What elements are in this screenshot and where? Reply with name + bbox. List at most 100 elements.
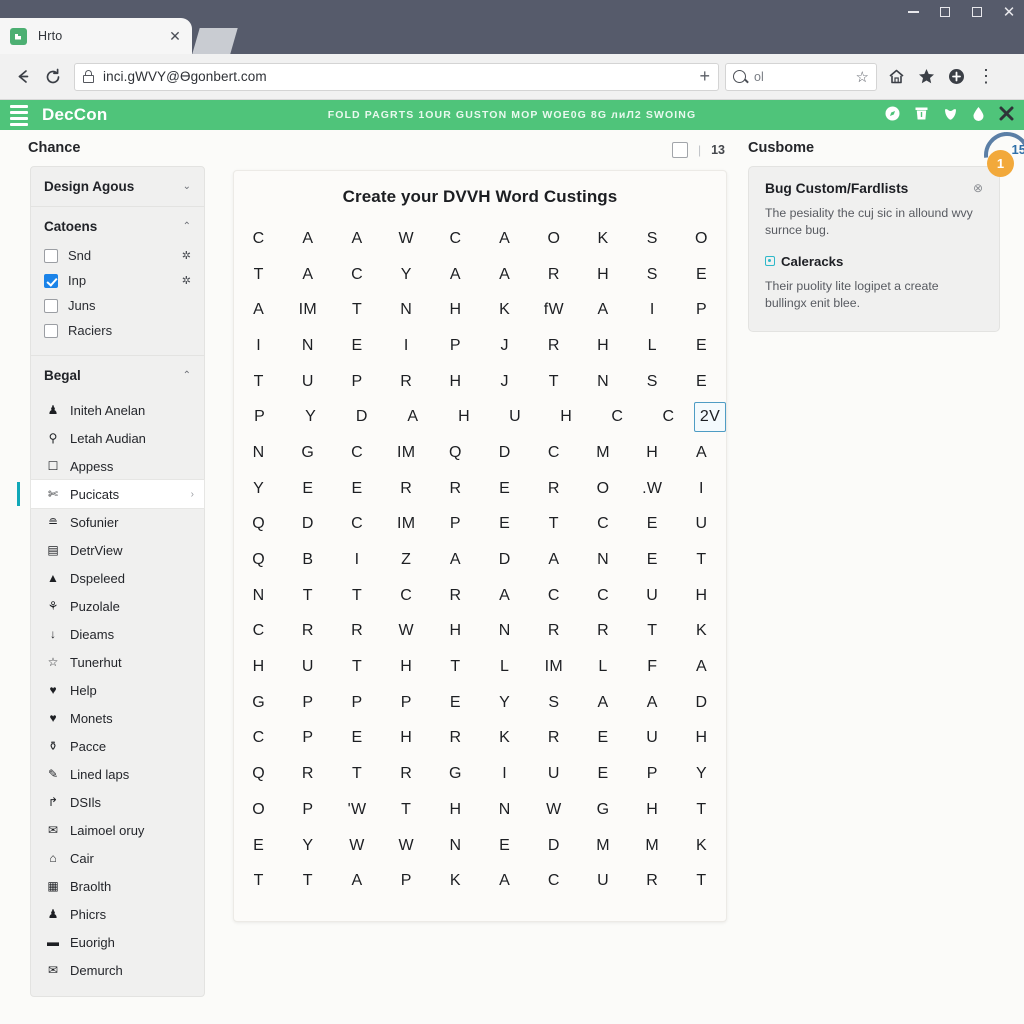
drop-icon[interactable] bbox=[972, 106, 985, 124]
grid-cell[interactable]: R bbox=[382, 471, 431, 507]
grid-cell[interactable]: P bbox=[382, 863, 431, 899]
checkbox-juns[interactable] bbox=[44, 298, 58, 313]
grid-cell[interactable]: M bbox=[578, 435, 627, 471]
grid-cell[interactable]: E bbox=[480, 507, 529, 543]
checkbox-snd[interactable] bbox=[44, 248, 58, 263]
grid-cell[interactable]: S bbox=[628, 257, 677, 293]
grid-cell[interactable]: M bbox=[628, 828, 677, 864]
back-button[interactable] bbox=[8, 62, 38, 92]
grid-cell[interactable]: IM bbox=[283, 292, 332, 328]
grid-cell[interactable]: W bbox=[382, 614, 431, 650]
grid-cell[interactable]: T bbox=[431, 649, 480, 685]
grid-cell[interactable]: A bbox=[332, 221, 381, 257]
sidebar-item-phicrs[interactable]: ♟ Phicrs bbox=[31, 900, 204, 928]
grid-cell[interactable]: T bbox=[382, 792, 431, 828]
sidebar-group-header-begal[interactable]: Begal ⌃ bbox=[44, 368, 191, 383]
sidebar-item-detrview[interactable]: ▤ DetrView bbox=[31, 536, 204, 564]
checkbox-row-inp[interactable]: Inp ✲ bbox=[44, 268, 191, 293]
grid-cell[interactable]: E bbox=[677, 328, 726, 364]
grid-cell[interactable]: IM bbox=[382, 507, 431, 543]
grid-cell[interactable]: T bbox=[332, 756, 381, 792]
grid-cell[interactable]: E bbox=[628, 542, 677, 578]
grid-cell[interactable]: L bbox=[578, 649, 627, 685]
grid-cell[interactable]: U bbox=[283, 364, 332, 400]
browser-menu-button[interactable]: ⋮ bbox=[971, 62, 1001, 92]
grid-cell[interactable]: H bbox=[431, 792, 480, 828]
grid-cell[interactable]: H bbox=[628, 792, 677, 828]
grid-cell[interactable]: U bbox=[578, 863, 627, 899]
compass-icon[interactable] bbox=[885, 106, 900, 124]
tab-close-icon[interactable]: ✕ bbox=[168, 28, 182, 45]
grid-cell[interactable]: C bbox=[592, 399, 643, 435]
sidebar-item-braolth[interactable]: ▦ Braolth bbox=[31, 872, 204, 900]
grid-cell[interactable]: E bbox=[677, 257, 726, 293]
grid-cell[interactable]: D bbox=[283, 507, 332, 543]
grid-cell[interactable]: O bbox=[529, 221, 578, 257]
grid-cell[interactable]: P bbox=[234, 399, 285, 435]
address-bar[interactable]: inci.gWVY@Өgonbert.com + bbox=[74, 62, 719, 91]
sidebar-item-tunerhut[interactable]: ☆ Tunerhut bbox=[31, 648, 204, 676]
grid-cell[interactable]: C bbox=[234, 221, 283, 257]
sidebar-item-monets[interactable]: ♥ Monets bbox=[31, 704, 204, 732]
grid-cell[interactable]: U bbox=[628, 578, 677, 614]
grid-cell[interactable]: K bbox=[480, 292, 529, 328]
grid-cell[interactable]: A bbox=[529, 542, 578, 578]
grid-cell[interactable]: N bbox=[431, 828, 480, 864]
grid-cell[interactable]: Z bbox=[382, 542, 431, 578]
grid-cell[interactable]: H bbox=[431, 292, 480, 328]
grid-cell[interactable]: Y bbox=[283, 828, 332, 864]
grid-cell[interactable]: N bbox=[480, 614, 529, 650]
search-input[interactable]: ol bbox=[754, 70, 856, 84]
grid-cell[interactable]: T bbox=[677, 863, 726, 899]
grid-cell[interactable]: H bbox=[382, 721, 431, 757]
sidebar-item-demurch[interactable]: ✉ Demurch bbox=[31, 956, 204, 984]
grid-cell[interactable]: P bbox=[382, 685, 431, 721]
grid-cell[interactable]: A bbox=[480, 863, 529, 899]
extension-button[interactable] bbox=[941, 62, 971, 92]
restore-button[interactable] bbox=[968, 4, 986, 20]
grid-cell[interactable]: Q bbox=[234, 542, 283, 578]
grid-cell[interactable]: E bbox=[480, 471, 529, 507]
grid-cell[interactable]: H bbox=[677, 721, 726, 757]
checkbox-row-juns[interactable]: Juns bbox=[44, 293, 191, 318]
sidebar-group-header[interactable]: Catoens ⌃ bbox=[44, 219, 191, 234]
grid-cell[interactable]: A bbox=[677, 649, 726, 685]
grid-cell[interactable]: Y bbox=[285, 399, 336, 435]
grid-cell[interactable]: N bbox=[480, 792, 529, 828]
grid-cell[interactable]: N bbox=[578, 542, 627, 578]
checkbox-row-raciers[interactable]: Raciers bbox=[44, 318, 191, 343]
grid-cell[interactable]: E bbox=[332, 721, 381, 757]
grid-cell[interactable]: L bbox=[480, 649, 529, 685]
sidebar-item-puzolale[interactable]: ⚘ Puzolale bbox=[31, 592, 204, 620]
grid-cell[interactable]: I bbox=[382, 328, 431, 364]
grid-cell[interactable]: S bbox=[628, 364, 677, 400]
grid-cell[interactable]: T bbox=[283, 863, 332, 899]
grid-cell[interactable]: S bbox=[628, 221, 677, 257]
grid-cell[interactable]: H bbox=[438, 399, 489, 435]
grid-cell[interactable]: P bbox=[431, 328, 480, 364]
notification-badge[interactable]: 1 bbox=[987, 150, 1014, 177]
grid-cell[interactable]: E bbox=[628, 507, 677, 543]
select-all-checkbox[interactable] bbox=[671, 142, 688, 158]
grid-cell[interactable]: U bbox=[490, 399, 541, 435]
grid-cell[interactable]: A bbox=[387, 399, 438, 435]
grid-cell[interactable]: T bbox=[677, 792, 726, 828]
grid-cell[interactable]: K bbox=[677, 614, 726, 650]
grid-cell[interactable]: R bbox=[283, 614, 332, 650]
grid-cell[interactable]: T bbox=[332, 292, 381, 328]
grid-cell[interactable]: R bbox=[431, 578, 480, 614]
grid-cell[interactable]: O bbox=[234, 792, 283, 828]
grid-cell[interactable]: N bbox=[382, 292, 431, 328]
grid-cell[interactable]: K bbox=[677, 828, 726, 864]
grid-cell[interactable]: R bbox=[332, 614, 381, 650]
grid-cell[interactable]: C bbox=[529, 435, 578, 471]
close-icon[interactable] bbox=[999, 106, 1014, 124]
grid-cell[interactable]: H bbox=[234, 649, 283, 685]
sidebar-item-dspeleed[interactable]: ▲ Dspeleed bbox=[31, 564, 204, 592]
chevron-up-icon[interactable]: ⌃ bbox=[183, 221, 191, 232]
sidebar-item-pacce[interactable]: ⚱ Pacce bbox=[31, 732, 204, 760]
grid-cell[interactable]: A bbox=[234, 292, 283, 328]
grid-cell[interactable]: Q bbox=[234, 507, 283, 543]
new-tab-shape[interactable] bbox=[192, 28, 238, 54]
archive-icon[interactable] bbox=[914, 106, 929, 124]
